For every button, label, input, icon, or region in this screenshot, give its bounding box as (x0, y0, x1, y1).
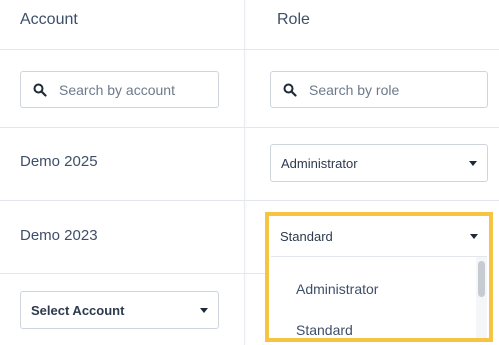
account-search-placeholder: Search by account (59, 81, 175, 98)
role-column-header: Role (277, 11, 310, 28)
search-icon (33, 83, 47, 97)
account-column-header: Account (20, 11, 78, 28)
row-divider (0, 127, 499, 128)
account-search-input[interactable]: Search by account (20, 71, 219, 108)
select-account-label: Select Account (31, 302, 125, 318)
select-account-dropdown[interactable]: Select Account (20, 291, 219, 329)
row-divider (0, 200, 499, 201)
header-divider (0, 49, 499, 50)
caret-down-icon (200, 307, 208, 313)
search-icon (283, 83, 297, 97)
account-name: Demo 2023 (20, 227, 98, 244)
account-name: Demo 2025 (20, 153, 98, 170)
role-select[interactable]: Administrator (270, 144, 488, 182)
role-select-value: Administrator (281, 155, 358, 171)
caret-down-icon (469, 160, 477, 166)
role-search-placeholder: Search by role (309, 81, 400, 98)
role-search-input[interactable]: Search by role (270, 71, 488, 108)
focus-highlight (265, 212, 493, 342)
column-divider (244, 0, 245, 345)
row-divider (0, 273, 265, 274)
